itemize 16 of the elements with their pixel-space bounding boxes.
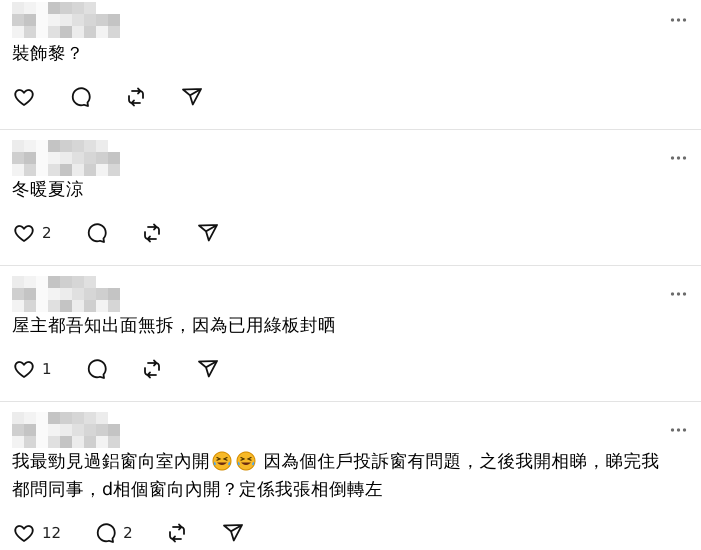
reply-count: 2 [123, 524, 133, 542]
like-count: 1 [42, 360, 52, 378]
laughing-crying-emoji-icon [212, 451, 232, 471]
comment-text: 屋主都吾知出面無拆，因為已用綠板封晒 [12, 316, 336, 336]
more-options-icon[interactable] [670, 291, 687, 297]
laughing-crying-emoji-icon [236, 451, 256, 471]
like-count: 2 [42, 224, 52, 242]
more-options-icon[interactable] [670, 155, 687, 161]
comment-text: 裝飾黎？ [12, 44, 84, 64]
like-count: 12 [42, 524, 62, 542]
comment-text: 都問同事，d相個窗向內開？定係我張相倒轉左 [12, 480, 384, 500]
comment-text: 因為個住戶投訴窗有問題，之後我開相睇，睇完我 [262, 452, 660, 472]
comment-text: 冬暖夏涼 [12, 180, 84, 200]
more-options-icon[interactable] [670, 17, 687, 23]
more-options-icon[interactable] [670, 427, 687, 433]
comment-text: 我最勁見過鋁窗向室內開 [12, 452, 210, 472]
